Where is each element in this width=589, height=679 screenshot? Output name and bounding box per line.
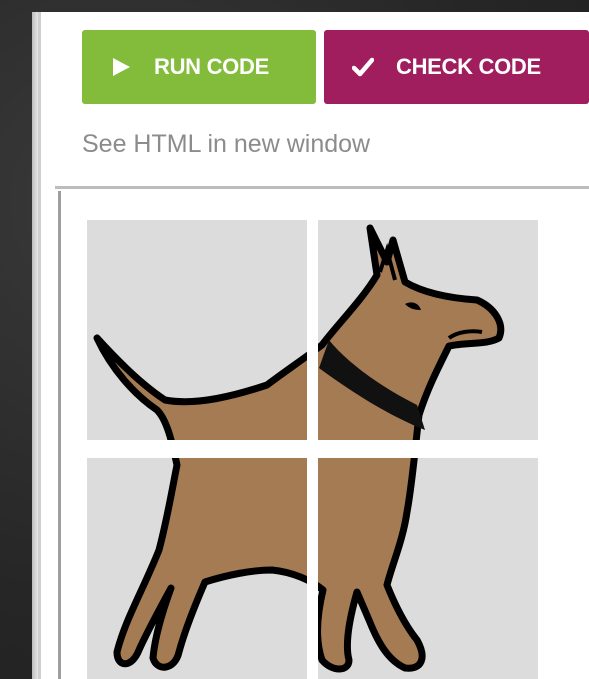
dog-puzzle	[87, 220, 539, 679]
run-code-button[interactable]: RUN CODE	[82, 30, 316, 104]
checkmark-icon	[352, 56, 374, 78]
run-code-label: RUN CODE	[154, 54, 269, 79]
output-divider	[55, 186, 589, 189]
play-icon	[110, 56, 132, 78]
see-html-new-window-link[interactable]: See HTML in new window	[82, 130, 370, 159]
puzzle-gap-horizontal	[87, 440, 539, 458]
code-panel: RUN CODE CHECK CODE See HTML in new wind…	[41, 12, 589, 679]
check-code-label: CHECK CODE	[396, 54, 541, 79]
check-code-button[interactable]: CHECK CODE	[324, 30, 589, 104]
